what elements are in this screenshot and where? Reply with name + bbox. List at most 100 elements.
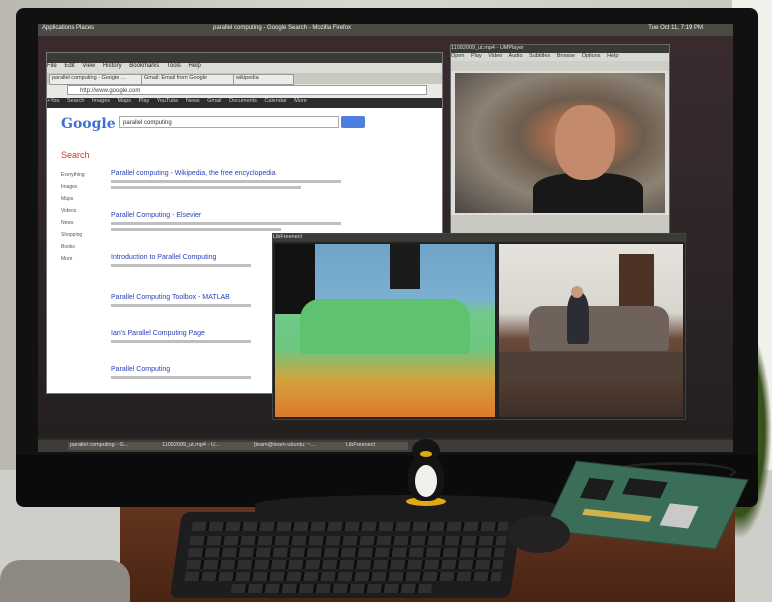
player-toolbar[interactable]: [451, 61, 669, 71]
side-item-more[interactable]: More: [61, 256, 72, 262]
firefox-tabbar: parallel computing - Google ... Gmail: E…: [47, 73, 442, 85]
result-snippet: [111, 376, 251, 379]
kinect-viewer-window: LibFreenect: [272, 233, 686, 420]
result-title[interactable]: Parallel computing - Wikipedia, the free…: [111, 170, 276, 177]
depth-map-view: [275, 244, 495, 417]
panel-menu[interactable]: Applications Places: [42, 25, 94, 31]
result-title[interactable]: Parallel Computing: [111, 366, 170, 373]
side-item-maps[interactable]: Maps: [61, 196, 73, 202]
video-frame[interactable]: [455, 73, 665, 213]
result-title[interactable]: Parallel Computing Toolbox - MATLAB: [111, 294, 230, 301]
rgb-camera-view: [499, 244, 683, 417]
person-head: [571, 286, 583, 298]
task-player[interactable]: 11092009_ut.mp4 - U...: [160, 442, 252, 450]
seated-person: [567, 292, 589, 344]
search-input[interactable]: parallel computing: [119, 116, 339, 128]
player-titlebar[interactable]: 11092009_ut.mp4 - UMPlayer: [451, 45, 669, 53]
menu-help[interactable]: Help: [189, 63, 201, 69]
tab-google[interactable]: parallel computing - Google ...: [49, 74, 143, 85]
player-menubar: Open Play Video Audio Subtitles Browse O…: [451, 53, 669, 61]
coffee-table: [499, 352, 683, 382]
google-bar: +You Search Images Maps Play YouTube New…: [47, 98, 442, 108]
key-row: [189, 536, 507, 545]
gbar-maps[interactable]: Maps: [118, 98, 131, 104]
google-logo[interactable]: Google: [61, 116, 116, 132]
side-item-videos[interactable]: Videos: [61, 208, 76, 214]
gbar-search[interactable]: Search: [67, 98, 84, 104]
board-header-pins: [582, 508, 652, 523]
gbar-you[interactable]: +You: [47, 98, 60, 104]
url-bar[interactable]: http://www.google.com: [67, 85, 427, 95]
tab-wikipedia[interactable]: wikipedia: [233, 74, 294, 85]
key-row: [186, 560, 504, 569]
menu-tools[interactable]: Tools: [167, 63, 181, 69]
result-snippet: [111, 180, 341, 183]
tux-belly: [415, 465, 437, 497]
tux-penguin-figurine: [403, 437, 449, 507]
side-item-shopping[interactable]: Shopping: [61, 232, 82, 238]
panel-clock[interactable]: Tue Oct 11, 7:19 PM: [648, 25, 703, 31]
gbar-news[interactable]: News: [186, 98, 200, 104]
gbar-documents[interactable]: Documents: [229, 98, 257, 104]
panel-window-title: parallel computing - Google Search - Moz…: [213, 25, 352, 31]
menu-bookmarks[interactable]: Bookmarks: [129, 63, 159, 69]
menu-file[interactable]: File: [47, 63, 57, 69]
menu-view[interactable]: View: [82, 63, 95, 69]
gbar-youtube[interactable]: YouTube: [157, 98, 179, 104]
side-item-everything[interactable]: Everything: [61, 172, 85, 178]
result-snippet: [111, 340, 251, 343]
key-row: [184, 572, 502, 581]
menu-history[interactable]: History: [103, 63, 122, 69]
gbar-more[interactable]: More: [294, 98, 307, 104]
chair: [0, 560, 130, 602]
key-row: [187, 548, 505, 557]
player-menu-audio[interactable]: Audio: [508, 53, 522, 59]
task-firefox[interactable]: parallel computing - G...: [68, 442, 160, 450]
player-controls[interactable]: [451, 215, 669, 235]
result-snippet: [111, 186, 301, 189]
result-title[interactable]: Introduction to Parallel Computing: [111, 254, 216, 261]
sofa: [529, 306, 669, 351]
desktop: File Edit View History Bookmarks Tools H…: [38, 36, 733, 438]
search-button[interactable]: [341, 116, 365, 128]
ubuntu-top-panel: Applications Places parallel computing -…: [38, 24, 733, 36]
player-menu-video[interactable]: Video: [488, 53, 502, 59]
result-snippet: [111, 304, 251, 307]
player-menu-open[interactable]: Open: [451, 53, 464, 59]
board-connector: [659, 503, 699, 529]
tab-gmail[interactable]: Gmail: Email from Google: [141, 74, 235, 85]
ubuntu-taskbar: parallel computing - G... 11092009_ut.mp…: [38, 440, 733, 452]
side-item-news[interactable]: News: [61, 220, 74, 226]
kinect-titlebar[interactable]: LibFreenect: [273, 234, 685, 242]
player-menu-subtitles[interactable]: Subtitles: [529, 53, 550, 59]
task-libfreenect[interactable]: LibFreenect: [344, 442, 408, 450]
gbar-images[interactable]: Images: [92, 98, 110, 104]
board-chip: [621, 478, 668, 499]
player-menu-play[interactable]: Play: [471, 53, 482, 59]
keyboard[interactable]: [169, 512, 523, 598]
key-row: [191, 522, 509, 531]
key-row-space: [230, 584, 432, 593]
mouse[interactable]: [508, 515, 570, 553]
result-snippet: [111, 228, 281, 231]
gbar-calendar[interactable]: Calendar: [264, 98, 286, 104]
media-player-window: 11092009_ut.mp4 - UMPlayer Open Play Vid…: [450, 44, 670, 236]
result-title[interactable]: Ian's Parallel Computing Page: [111, 330, 205, 337]
player-menu-options[interactable]: Options: [582, 53, 601, 59]
result-title[interactable]: Parallel Computing - Elsevier: [111, 212, 201, 219]
result-snippet: [111, 264, 251, 267]
tux-beak: [420, 451, 432, 457]
side-item-images[interactable]: Images: [61, 184, 77, 190]
firefox-titlebar[interactable]: [47, 53, 442, 63]
gbar-gmail[interactable]: Gmail: [207, 98, 221, 104]
gbar-play[interactable]: Play: [139, 98, 150, 104]
task-terminal[interactable]: [team@team-ubuntu: ~...: [252, 442, 344, 450]
result-snippet: [111, 222, 341, 225]
screen: Applications Places parallel computing -…: [38, 24, 733, 452]
side-item-books[interactable]: Books: [61, 244, 75, 250]
menu-edit[interactable]: Edit: [64, 63, 74, 69]
depth-shadow: [390, 244, 420, 289]
player-menu-help[interactable]: Help: [607, 53, 618, 59]
firefox-menubar: File Edit View History Bookmarks Tools H…: [47, 63, 442, 73]
player-menu-browse[interactable]: Browse: [557, 53, 575, 59]
